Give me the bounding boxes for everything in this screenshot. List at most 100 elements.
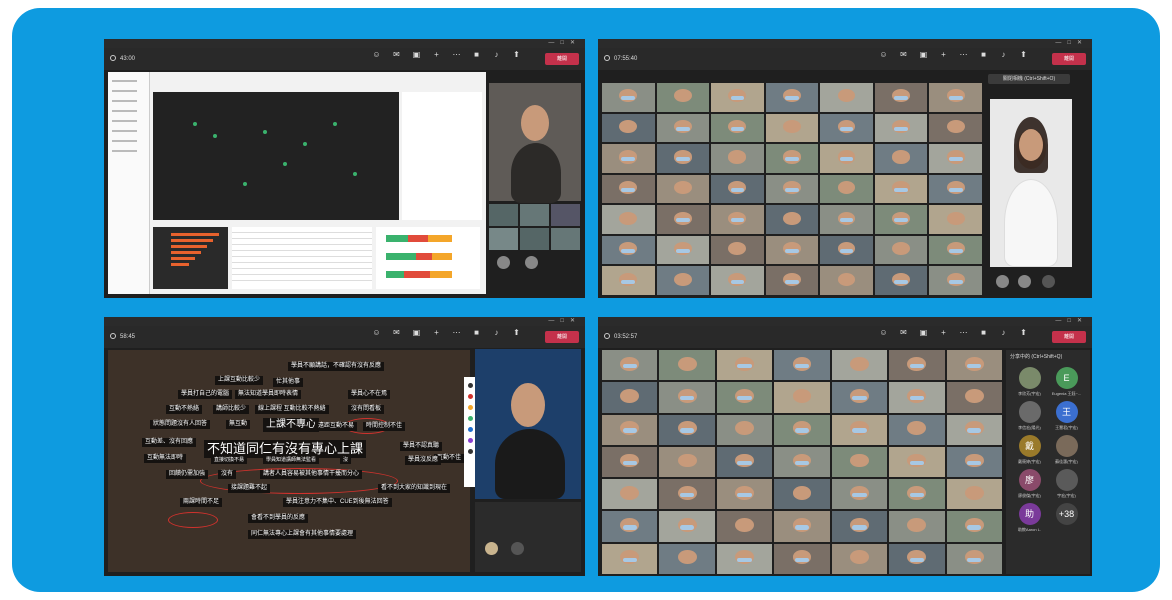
participant-video-tile[interactable] — [774, 414, 830, 445]
participant-video-tile[interactable] — [602, 266, 655, 295]
participant-video-tile[interactable] — [765, 266, 819, 295]
participant-video-tile[interactable] — [716, 350, 773, 381]
participant-video-tile[interactable] — [659, 350, 715, 381]
participant-video-tile[interactable] — [716, 382, 773, 413]
more-button[interactable]: ⋯ — [448, 50, 465, 68]
participant-video-tile[interactable] — [659, 382, 715, 413]
participant-video-tile[interactable] — [711, 144, 764, 173]
participant-video-tile[interactable] — [946, 350, 1002, 381]
participant-video-tile[interactable] — [711, 266, 764, 295]
more-button[interactable]: ⋯ — [955, 328, 972, 346]
participant-video-tile[interactable] — [820, 83, 873, 112]
roster-avatar[interactable]: 戴戴筱婷(宇宏) — [1014, 435, 1045, 465]
participant-video-tile[interactable] — [602, 511, 658, 542]
participant-video-tile[interactable] — [831, 479, 888, 510]
participant-video-tile[interactable] — [889, 382, 945, 413]
participant-video-tile[interactable] — [711, 113, 764, 143]
participant-video-tile[interactable] — [774, 543, 830, 574]
roster-avatar[interactable]: 蘇佳惠(宇宏) — [1051, 435, 1082, 465]
leave-button[interactable]: 離開 — [1052, 331, 1086, 343]
participant-video-tile[interactable] — [946, 446, 1002, 478]
leave-button[interactable]: 離開 — [545, 53, 579, 65]
participant-thumbnails[interactable] — [489, 204, 581, 276]
leave-button[interactable]: 離開 — [545, 331, 579, 343]
participant-video-tile[interactable] — [659, 446, 715, 478]
participant-video-tile[interactable] — [765, 235, 819, 265]
participant-video-tile[interactable] — [602, 446, 658, 478]
avatar[interactable] — [1018, 275, 1031, 288]
participant-video-tile[interactable] — [716, 479, 773, 510]
presenter-video[interactable] — [475, 349, 581, 499]
roster-avatar[interactable]: 李信宏(陽光) — [1014, 401, 1045, 431]
window-controls[interactable]: —□✕ — [1055, 317, 1088, 326]
participant-video-tile[interactable] — [946, 479, 1002, 510]
participant-video-tile[interactable] — [889, 350, 945, 381]
participant-thumbnails[interactable] — [475, 502, 581, 572]
participant-video-tile[interactable] — [602, 174, 655, 204]
chat-button[interactable]: ✉ — [895, 328, 912, 346]
participant-video-tile[interactable] — [831, 511, 888, 542]
participant-video-tile[interactable] — [656, 83, 710, 112]
camera-button[interactable]: ■ — [468, 50, 485, 68]
apps-button[interactable]: + — [935, 50, 952, 68]
roster-avatar[interactable]: 助助教Aaron L. — [1014, 503, 1045, 533]
apps-button[interactable]: + — [428, 328, 445, 346]
participant-video-tile[interactable] — [602, 205, 655, 234]
share-button[interactable]: ⬆ — [508, 50, 525, 68]
participant-video-tile[interactable] — [874, 174, 928, 204]
participant-video-tile[interactable] — [874, 83, 928, 112]
roster-avatar[interactable]: 王王慧君(宇宏) — [1051, 401, 1082, 431]
participant-video-tile[interactable] — [929, 113, 982, 143]
participant-video-tile[interactable] — [602, 113, 655, 143]
camera-button[interactable]: ■ — [975, 328, 992, 346]
participant-video-tile[interactable] — [889, 446, 945, 478]
participant-video-tile[interactable] — [820, 205, 873, 234]
overflow-avatar[interactable] — [1042, 275, 1055, 288]
participant-video-tile[interactable] — [716, 446, 773, 478]
participant-video-tile[interactable] — [765, 174, 819, 204]
chat-button[interactable]: ✉ — [895, 50, 912, 68]
apps-button[interactable]: + — [935, 328, 952, 346]
rooms-button[interactable]: ▣ — [408, 50, 425, 68]
participant-video-tile[interactable] — [874, 266, 928, 295]
camera-button[interactable]: ■ — [468, 328, 485, 346]
participant-video-tile[interactable] — [831, 414, 888, 445]
presenter-video[interactable] — [489, 83, 581, 203]
avatar[interactable] — [996, 275, 1009, 288]
participant-video-tile[interactable] — [831, 350, 888, 381]
participant-video-tile[interactable] — [602, 83, 655, 112]
participant-video-tile[interactable] — [602, 479, 658, 510]
more-button[interactable]: ⋯ — [448, 328, 465, 346]
participant-video-tile[interactable] — [711, 174, 764, 204]
participant-video-tile[interactable] — [889, 543, 945, 574]
participant-video-tile[interactable] — [774, 511, 830, 542]
participant-video-tile[interactable] — [889, 414, 945, 445]
chat-button[interactable]: ✉ — [388, 50, 405, 68]
participant-video-tile[interactable] — [659, 543, 715, 574]
camera-button[interactable]: ■ — [975, 50, 992, 68]
participant-video-tile[interactable] — [889, 479, 945, 510]
participant-video-tile[interactable] — [774, 446, 830, 478]
participant-video-tile[interactable] — [774, 382, 830, 413]
participant-video-tile[interactable] — [774, 479, 830, 510]
participant-video-tile[interactable] — [946, 511, 1002, 542]
rooms-button[interactable]: ▣ — [408, 328, 425, 346]
participant-video-tile[interactable] — [602, 543, 658, 574]
participant-video-tile[interactable] — [602, 235, 655, 265]
apps-button[interactable]: + — [428, 50, 445, 68]
participant-video-tile[interactable] — [765, 83, 819, 112]
roster-avatar[interactable]: 宇宏(宇宏) — [1051, 469, 1082, 499]
roster-avatar[interactable]: 廖廖俊傑(宇宏) — [1014, 469, 1045, 499]
rooms-button[interactable]: ▣ — [915, 328, 932, 346]
participant-video-tile[interactable] — [716, 543, 773, 574]
participant-video-tile[interactable] — [656, 144, 710, 173]
participant-video-tile[interactable] — [765, 144, 819, 173]
participant-video-tile[interactable] — [774, 350, 830, 381]
participant-video-tile[interactable] — [820, 174, 873, 204]
participant-video-tile[interactable] — [820, 144, 873, 173]
people-button[interactable]: ☺ — [368, 50, 385, 68]
participant-video-tile[interactable] — [874, 235, 928, 265]
people-button[interactable]: ☺ — [875, 50, 892, 68]
people-button[interactable]: ☺ — [875, 328, 892, 346]
participant-video-tile[interactable] — [929, 205, 982, 234]
